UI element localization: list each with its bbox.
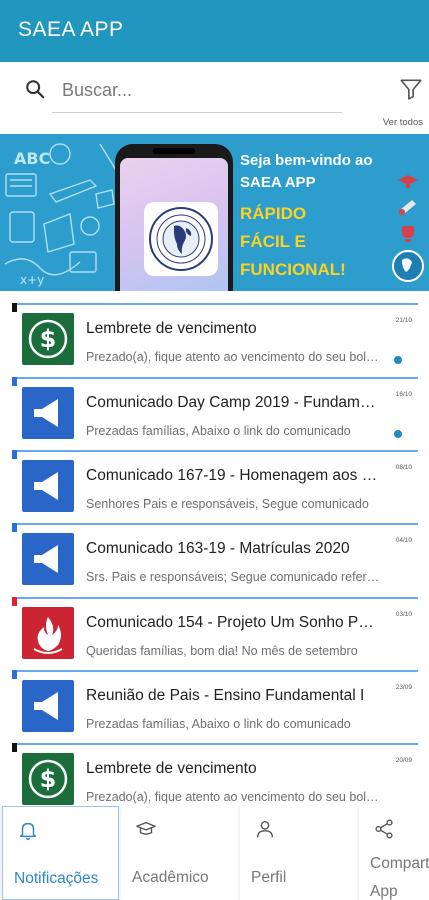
list-item[interactable]: Comunicado 167-19 - Homenagem aos profes… bbox=[12, 450, 418, 522]
list-item[interactable]: Reunião de Pais - Ensino Fundamental I P… bbox=[12, 670, 418, 742]
item-preview: Prezado(a), fique atento ao vencimento d… bbox=[86, 790, 382, 804]
notification-list[interactable]: $ Lembrete de vencimento Prezado(a), fiq… bbox=[0, 291, 429, 806]
megaphone-icon bbox=[22, 680, 74, 732]
category-marker bbox=[12, 597, 17, 606]
globe-badge-icon bbox=[392, 250, 424, 282]
category-marker bbox=[12, 743, 17, 752]
item-title: Lembrete de vencimento bbox=[86, 760, 257, 777]
megaphone-icon bbox=[22, 460, 74, 512]
svg-text:$: $ bbox=[40, 765, 57, 793]
item-preview: Queridas famílias, bom dia! No mês de se… bbox=[86, 644, 358, 658]
phone-screen bbox=[120, 158, 228, 291]
item-date: 23/09 bbox=[395, 684, 412, 691]
item-date: 16/10 bbox=[395, 391, 412, 398]
nav-item-notifications[interactable]: Notificações bbox=[2, 806, 119, 900]
item-date: 20/09 bbox=[395, 757, 412, 764]
see-all-link[interactable]: Ver todos bbox=[383, 117, 423, 128]
nav-label: Notificações bbox=[14, 870, 99, 887]
category-marker bbox=[12, 670, 17, 679]
nav-label: Acadêmico bbox=[132, 869, 209, 886]
graduation-cap-icon bbox=[136, 821, 156, 835]
banner-welcome-line: Seja bem-vindo ao bbox=[240, 152, 373, 169]
banner-side-icons bbox=[392, 175, 424, 282]
category-marker bbox=[12, 450, 17, 459]
unread-dot bbox=[394, 430, 402, 438]
unread-dot bbox=[394, 356, 402, 364]
list-item[interactable]: $ Lembrete de vencimento Prezado(a), fiq… bbox=[12, 743, 418, 806]
list-item[interactable]: $ Lembrete de vencimento Prezado(a), fiq… bbox=[12, 303, 418, 375]
item-date: 03/10 bbox=[395, 611, 412, 618]
svg-text:ABC: ABC bbox=[14, 149, 50, 168]
phone-mockup bbox=[115, 144, 233, 291]
item-preview: Prezadas famílias, Abaixo o link do comu… bbox=[86, 717, 351, 731]
tools-icon bbox=[399, 200, 416, 215]
banner-tagline-2: FÁCIL E bbox=[240, 232, 306, 251]
nav-item-share-app[interactable]: Compartilhar App bbox=[359, 806, 429, 900]
banner-tagline-3: FUNCIONAL! bbox=[240, 260, 346, 279]
nav-item-academic[interactable]: Acadêmico bbox=[121, 806, 238, 900]
category-marker bbox=[12, 303, 17, 312]
svg-text:$: $ bbox=[40, 325, 57, 353]
megaphone-icon bbox=[22, 533, 74, 585]
dollar-icon: $ bbox=[22, 753, 74, 805]
list-item[interactable]: Comunicado 163-19 - Matrículas 2020 Srs.… bbox=[12, 523, 418, 595]
nav-item-profile[interactable]: Perfil bbox=[240, 806, 357, 900]
search-input[interactable] bbox=[62, 76, 342, 104]
item-date: 04/10 bbox=[395, 537, 412, 544]
item-preview: Prezado(a), fique atento ao vencimento d… bbox=[86, 350, 382, 364]
share-icon bbox=[375, 819, 393, 839]
item-title: Comunicado Day Camp 2019 - Fundamental bbox=[86, 394, 382, 411]
dollar-icon: $ bbox=[22, 313, 74, 365]
trophy-icon bbox=[402, 226, 414, 242]
item-date: 08/10 bbox=[395, 464, 412, 471]
item-preview: Srs. Pais e responsáveis; Segue comunica… bbox=[86, 570, 382, 584]
nav-label: Compartilhar App bbox=[370, 855, 429, 900]
globe-seal-icon bbox=[149, 207, 213, 271]
bottom-navigation: Notificações Acadêmico Perfil Compartilh… bbox=[0, 806, 429, 900]
search-bar: Ver todos bbox=[0, 62, 429, 134]
search-underline bbox=[52, 112, 342, 113]
category-marker bbox=[12, 523, 17, 532]
graduation-icon bbox=[398, 175, 418, 188]
item-preview: Senhores Pais e responsáveis, Segue comu… bbox=[86, 497, 369, 511]
item-title: Reunião de Pais - Ensino Fundamental I bbox=[86, 687, 365, 704]
nav-label: Perfil bbox=[251, 869, 287, 886]
item-title: Comunicado 154 - Projeto Um Sonho Possív… bbox=[86, 614, 382, 631]
phone-notch bbox=[153, 148, 195, 154]
banner-tagline-1: RÁPIDO bbox=[240, 204, 307, 223]
search-icon[interactable] bbox=[24, 78, 46, 100]
school-doodles-illustration: ABC x+y bbox=[4, 143, 117, 287]
list-item[interactable]: Comunicado Day Camp 2019 - Fundamental P… bbox=[12, 377, 418, 449]
item-preview: Prezadas famílias, Abaixo o link do comu… bbox=[86, 424, 351, 438]
item-title: Comunicado 167-19 - Homenagem aos profes… bbox=[86, 467, 382, 484]
svg-text:x+y: x+y bbox=[20, 273, 44, 287]
school-logo bbox=[144, 202, 218, 276]
megaphone-icon bbox=[22, 387, 74, 439]
item-title: Lembrete de vencimento bbox=[86, 320, 257, 337]
banner-app-name: SAEA APP bbox=[240, 174, 316, 191]
app-bar: SAEA APP bbox=[0, 0, 429, 62]
user-icon bbox=[256, 820, 274, 838]
category-marker bbox=[12, 377, 17, 386]
filter-icon[interactable] bbox=[398, 76, 424, 102]
app-title: SAEA APP bbox=[18, 18, 124, 41]
list-item[interactable]: Comunicado 154 - Projeto Um Sonho Possív… bbox=[12, 597, 418, 669]
welcome-banner[interactable]: ABC x+y Seja bem-vindo ao SAEA APP RÁPID… bbox=[0, 134, 429, 291]
flame-icon bbox=[22, 607, 74, 659]
item-date: 21/10 bbox=[395, 317, 412, 324]
bell-icon bbox=[19, 822, 37, 840]
item-title: Comunicado 163-19 - Matrículas 2020 bbox=[86, 540, 350, 557]
